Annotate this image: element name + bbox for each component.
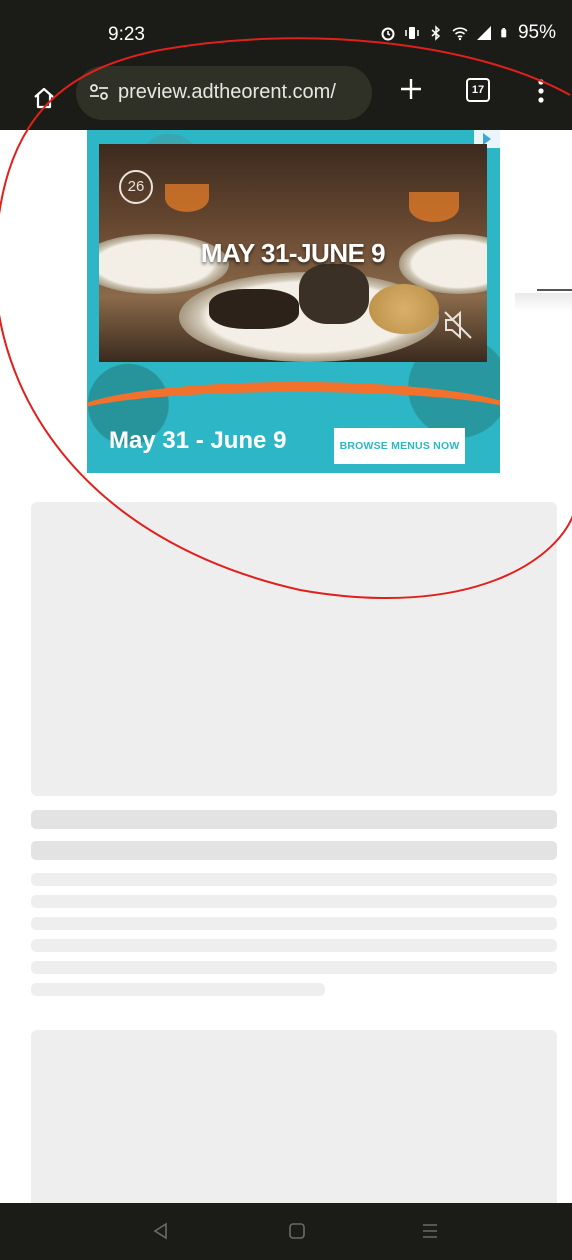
placeholder-line [31, 961, 557, 974]
alarm-icon [381, 27, 395, 41]
placeholder-image [31, 1030, 557, 1203]
url-text[interactable]: preview.adtheorent.com/ [118, 81, 336, 104]
plus-icon[interactable] [398, 76, 424, 102]
address-bar[interactable]: preview.adtheorent.com/ [76, 66, 372, 120]
cocktail-glass [165, 184, 209, 212]
ad-banner[interactable]: 26 MAY 31-JUNE 9 May 31 - June 9 BROWSE … [87, 130, 500, 473]
recents-icon[interactable] [420, 1221, 440, 1241]
more-vert-icon[interactable] [537, 78, 545, 104]
placeholder-line [31, 939, 557, 952]
placeholder-title [31, 841, 557, 860]
collapsed-panel [515, 293, 572, 311]
collapsed-panel-line [537, 289, 572, 291]
tabs-icon[interactable]: 17 [466, 78, 490, 102]
status-time: 9:23 [108, 24, 145, 45]
rice [369, 284, 439, 334]
food [299, 264, 369, 324]
browse-menus-button[interactable]: BROWSE MENUS NOW [334, 428, 465, 464]
placeholder-image [31, 502, 557, 796]
bluetooth-icon [431, 25, 441, 41]
back-icon[interactable] [151, 1221, 171, 1241]
placeholder-line [31, 917, 557, 930]
browser-toolbar: preview.adtheorent.com/ 17 [0, 66, 572, 130]
cocktail-glass [409, 192, 459, 222]
placeholder-line [31, 983, 325, 996]
ad-dates: May 31 - June 9 [109, 427, 287, 454]
navigation-bar [0, 1203, 572, 1260]
status-bar: 9:23 95% [0, 0, 572, 66]
food [209, 289, 299, 329]
ad-video[interactable]: 26 MAY 31-JUNE 9 [99, 144, 487, 362]
placeholder-line [31, 895, 557, 908]
home-icon[interactable] [32, 86, 56, 110]
battery-icon [501, 28, 507, 38]
wifi-icon [452, 27, 468, 41]
site-settings-icon[interactable] [88, 81, 110, 103]
placeholder-line [31, 873, 557, 886]
video-headline: MAY 31-JUNE 9 [200, 238, 386, 268]
battery-percent: 95% [517, 22, 556, 43]
countdown-timer: 26 [119, 170, 153, 204]
signal-icon [476, 26, 491, 40]
vibrate-icon [405, 27, 419, 39]
mute-icon[interactable] [441, 308, 475, 342]
status-icons: 95% [380, 22, 556, 44]
placeholder-title [31, 810, 557, 829]
home-square-icon[interactable] [287, 1221, 307, 1241]
